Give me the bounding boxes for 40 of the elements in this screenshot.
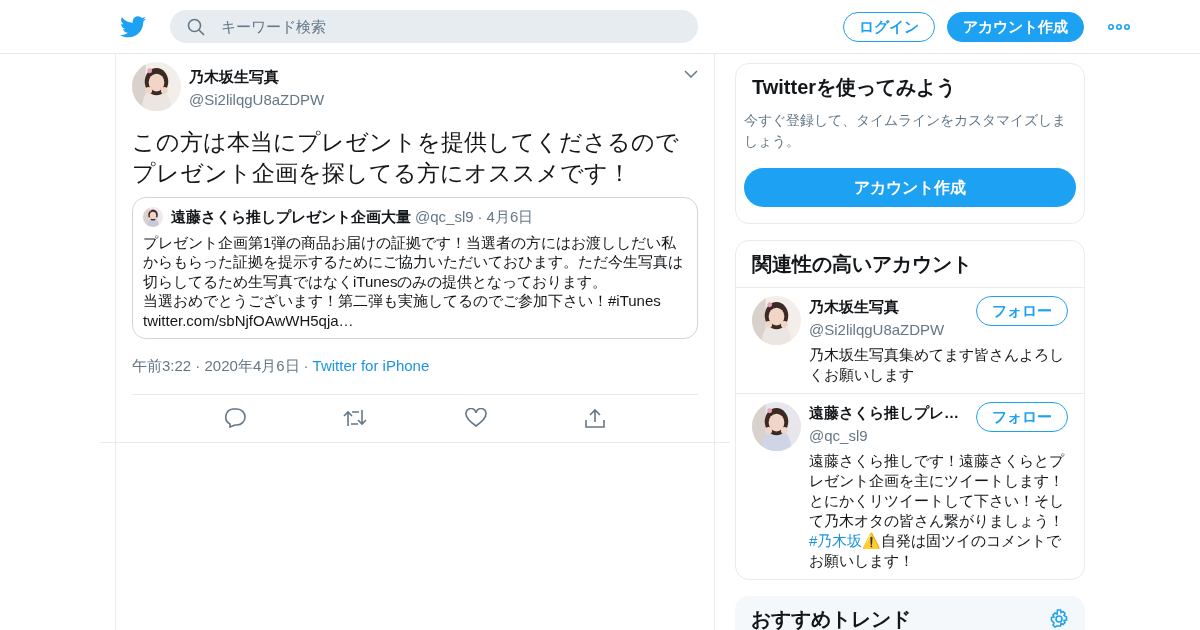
tweet-text: この方は本当にプレゼントを提供してくださるのでプレゼント企画を探してる方にオススメです！ (132, 128, 680, 188)
quoted-tweet-text: プレゼント企画第1弾の商品お届けの証拠です！当選者の方にはお渡ししだい私からもらった証拠を提示するためにご協力いただいておひます。ただ今生写真は切らしてるため生写真ではなくiTunesのみの提供となっております。 (143, 232, 684, 291)
more-icon[interactable] (1108, 23, 1130, 30)
quoted-tweet-text: twitter.com/sbNjfOAwWH5qja… (143, 310, 355, 330)
retweet-icon[interactable] (343, 408, 368, 428)
bird-logo-icon[interactable] (120, 15, 146, 38)
separator-dot: · (477, 207, 483, 227)
card-description: 今すぐ登録して、タイムラインをカスタマイズしましょう。 (744, 111, 1067, 151)
quoted-author-name: 遠藤さくら推しプレゼント企画大量 (171, 207, 411, 227)
quoted-tweet-text: 当選おめでとうございます！第二弾も実施してるのでご参加下さい！#iTunes (143, 291, 662, 311)
share-icon[interactable] (584, 408, 607, 428)
reply-icon[interactable] (223, 408, 246, 428)
account-name[interactable]: 乃木坂生写真 (809, 296, 945, 319)
search-field[interactable]: キーワード検索 (170, 10, 698, 43)
author-name[interactable]: 乃木坂生写真 (189, 66, 325, 89)
quoted-date: 4月6日 (486, 207, 534, 227)
login-button[interactable]: ログイン (843, 11, 935, 42)
search-icon (187, 18, 205, 36)
card-title: Twitterを使ってみよう (751, 75, 958, 100)
tweet-timestamp: 午前3:22 · 2020年4月6日 (132, 356, 300, 376)
author-handle[interactable]: @Si2lilqgU8aZDPW (189, 88, 325, 111)
separator-dot: · (303, 356, 309, 376)
signup-button[interactable]: アカウント作成 (947, 11, 1084, 42)
quoted-author-handle: @qc_sl9 (415, 207, 474, 227)
signup-button[interactable]: アカウント作成 (744, 168, 1076, 207)
account-bio: 遠藤さくら推しです！遠藤さくらとプレゼント企画を主にツイートします！とにかくリツイートして下さい！そして乃木オタの皆さん繋がりましょう！ #乃木坂⚠自発は固ツイのコメントでお願いします！ (809, 451, 1066, 571)
card-title: おすすめトレンド (751, 607, 911, 630)
card-title: 関連性の高いアカウント (736, 241, 1084, 288)
account-name[interactable]: 遠藤さくら推しプレ… (809, 402, 959, 425)
follow-button[interactable]: フォロー (976, 296, 1068, 326)
follow-button[interactable]: フォロー (976, 402, 1068, 432)
account-handle[interactable]: @Si2lilqgU8aZDPW (809, 318, 945, 341)
hashtag-link[interactable]: #乃木坂 (809, 532, 863, 549)
source-link[interactable]: Twitter for iPhone (312, 355, 430, 378)
settings-icon[interactable] (1049, 609, 1069, 629)
quoted-tweet-card[interactable] (132, 197, 698, 339)
heart-icon[interactable] (464, 408, 487, 428)
account-bio: 乃木坂生写真集めてます皆さんよろしくお願いします (809, 345, 1065, 385)
chevron-down-icon[interactable] (684, 70, 698, 78)
account-handle[interactable]: @qc_sl9 (809, 424, 959, 447)
